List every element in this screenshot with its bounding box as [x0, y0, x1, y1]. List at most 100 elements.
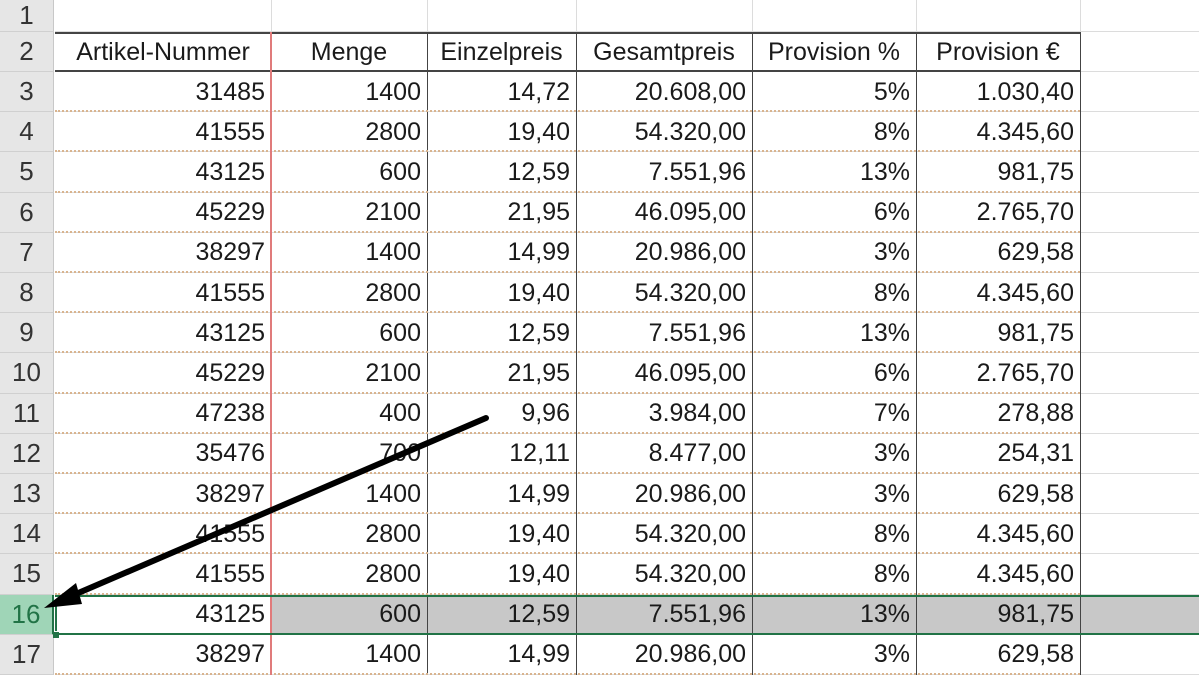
- column-header-cell[interactable]: Einzelpreis: [427, 32, 576, 72]
- table-cell[interactable]: 7.551,96: [576, 313, 752, 353]
- table-row[interactable]: 8 41555 2800 19,40 54.320,00 8% 4.345,60: [0, 273, 1199, 314]
- table-cell[interactable]: 7.551,96: [576, 152, 752, 192]
- table-row[interactable]: 15 41555 2800 19,40 54.320,00 8% 4.345,60: [0, 554, 1199, 595]
- table-cell[interactable]: 2800: [271, 112, 427, 152]
- row-header[interactable]: 2: [0, 32, 54, 72]
- table-cell[interactable]: 400: [271, 394, 427, 434]
- table-cell[interactable]: 31485: [55, 72, 271, 112]
- table-cell[interactable]: 4.345,60: [916, 112, 1080, 152]
- row-header[interactable]: 9: [0, 313, 54, 354]
- table-cell[interactable]: 8%: [752, 554, 916, 594]
- table-cell[interactable]: 1400: [271, 233, 427, 273]
- table-cell[interactable]: 19,40: [427, 554, 576, 594]
- table-cell[interactable]: 8%: [752, 514, 916, 554]
- row-header[interactable]: 4: [0, 112, 54, 153]
- row-header[interactable]: 7: [0, 232, 54, 273]
- table-row[interactable]: 1: [0, 0, 1199, 32]
- table-cell[interactable]: 54.320,00: [576, 112, 752, 152]
- spreadsheet-grid[interactable]: 1 2 Artikel-Nummer Menge Einzelpreis Gesamtpr…: [0, 0, 1199, 675]
- table-row[interactable]: 3 31485 1400 14,72 20.608,00 5% 1.030,40: [0, 72, 1199, 113]
- table-cell[interactable]: 3%: [752, 474, 916, 514]
- table-cell[interactable]: 45229: [55, 193, 271, 233]
- table-cell[interactable]: 3%: [752, 233, 916, 273]
- table-cell[interactable]: 41555: [55, 554, 271, 594]
- table-cell[interactable]: 981,75: [916, 313, 1080, 353]
- table-cell[interactable]: 254,31: [916, 434, 1080, 474]
- table-row[interactable]: 13 38297 1400 14,99 20.986,00 3% 629,58: [0, 474, 1199, 515]
- table-cell[interactable]: 1400: [271, 635, 427, 675]
- table-cell[interactable]: 12,11: [427, 434, 576, 474]
- table-cell[interactable]: 46.095,00: [576, 353, 752, 393]
- table-cell[interactable]: 20.986,00: [576, 635, 752, 675]
- table-cell[interactable]: 21,95: [427, 193, 576, 233]
- table-row[interactable]: 9 43125 600 12,59 7.551,96 13% 981,75: [0, 313, 1199, 354]
- column-header-cell[interactable]: Menge: [271, 32, 427, 72]
- row-header[interactable]: 10: [0, 353, 54, 394]
- table-cell[interactable]: 8.477,00: [576, 434, 752, 474]
- table-cell[interactable]: 3.984,00: [576, 394, 752, 434]
- table-cell[interactable]: 41555: [55, 273, 271, 313]
- row-header[interactable]: 6: [0, 192, 54, 233]
- table-cell[interactable]: 981,75: [916, 152, 1080, 192]
- table-cell[interactable]: 43125: [55, 152, 271, 192]
- table-cell[interactable]: 2800: [271, 554, 427, 594]
- table-cell[interactable]: 41555: [55, 514, 271, 554]
- table-row[interactable]: 12 35476 700 12,11 8.477,00 3% 254,31: [0, 433, 1199, 474]
- table-cell[interactable]: 629,58: [916, 474, 1080, 514]
- table-cell[interactable]: 20.986,00: [576, 474, 752, 514]
- row-header[interactable]: 14: [0, 514, 54, 555]
- table-cell[interactable]: 19,40: [427, 514, 576, 554]
- table-cell[interactable]: 629,58: [916, 233, 1080, 273]
- table-cell[interactable]: 14,72: [427, 72, 576, 112]
- table-cell[interactable]: 21,95: [427, 353, 576, 393]
- table-row[interactable]: 11 47238 400 9,96 3.984,00 7% 278,88: [0, 393, 1199, 434]
- table-cell[interactable]: 2800: [271, 514, 427, 554]
- table-cell[interactable]: 4.345,60: [916, 554, 1080, 594]
- row-header[interactable]: 12: [0, 433, 54, 474]
- fill-handle[interactable]: [53, 631, 59, 638]
- table-cell[interactable]: 278,88: [916, 394, 1080, 434]
- table-cell[interactable]: 600: [271, 313, 427, 353]
- table-cell[interactable]: 38297: [55, 233, 271, 273]
- table-row[interactable]: 17 38297 1400 14,99 20.986,00 3% 629,58: [0, 634, 1199, 675]
- table-cell[interactable]: 7%: [752, 394, 916, 434]
- row-header[interactable]: 13: [0, 474, 54, 515]
- table-cell[interactable]: 54.320,00: [576, 273, 752, 313]
- table-cell[interactable]: 9,96: [427, 394, 576, 434]
- table-row[interactable]: 14 41555 2800 19,40 54.320,00 8% 4.345,60: [0, 514, 1199, 555]
- table-cell[interactable]: 1400: [271, 72, 427, 112]
- table-cell[interactable]: 3%: [752, 635, 916, 675]
- table-cell[interactable]: 14,99: [427, 635, 576, 675]
- row-header[interactable]: 3: [0, 72, 54, 113]
- table-cell[interactable]: 2800: [271, 273, 427, 313]
- table-cell[interactable]: 43125: [55, 313, 271, 353]
- table-cell[interactable]: 14,99: [427, 474, 576, 514]
- table-row[interactable]: 5 43125 600 12,59 7.551,96 13% 981,75: [0, 152, 1199, 193]
- table-cell[interactable]: 4.345,60: [916, 514, 1080, 554]
- table-cell[interactable]: 4.345,60: [916, 273, 1080, 313]
- row-header[interactable]: 5: [0, 152, 54, 193]
- table-cell[interactable]: 1400: [271, 474, 427, 514]
- table-cell[interactable]: 6%: [752, 353, 916, 393]
- table-cell[interactable]: 35476: [55, 434, 271, 474]
- table-cell[interactable]: 54.320,00: [576, 514, 752, 554]
- column-header-cell[interactable]: Artikel-Nummer: [55, 32, 271, 72]
- table-cell[interactable]: 38297: [55, 635, 271, 675]
- table-cell[interactable]: 45229: [55, 353, 271, 393]
- table-cell[interactable]: 20.986,00: [576, 233, 752, 273]
- table-cell[interactable]: 41555: [55, 112, 271, 152]
- table-cell[interactable]: 8%: [752, 112, 916, 152]
- table-cell[interactable]: 2100: [271, 193, 427, 233]
- table-cell[interactable]: 46.095,00: [576, 193, 752, 233]
- row-header[interactable]: 17: [0, 634, 54, 675]
- table-cell[interactable]: 13%: [752, 152, 916, 192]
- table-cell[interactable]: 2100: [271, 353, 427, 393]
- table-cell[interactable]: 3%: [752, 434, 916, 474]
- table-cell[interactable]: 19,40: [427, 273, 576, 313]
- table-cell[interactable]: 700: [271, 434, 427, 474]
- column-header-cell[interactable]: Provision %: [752, 32, 916, 72]
- table-cell[interactable]: 12,59: [427, 152, 576, 192]
- table-cell[interactable]: 6%: [752, 193, 916, 233]
- table-cell[interactable]: 13%: [752, 313, 916, 353]
- table-cell[interactable]: 54.320,00: [576, 554, 752, 594]
